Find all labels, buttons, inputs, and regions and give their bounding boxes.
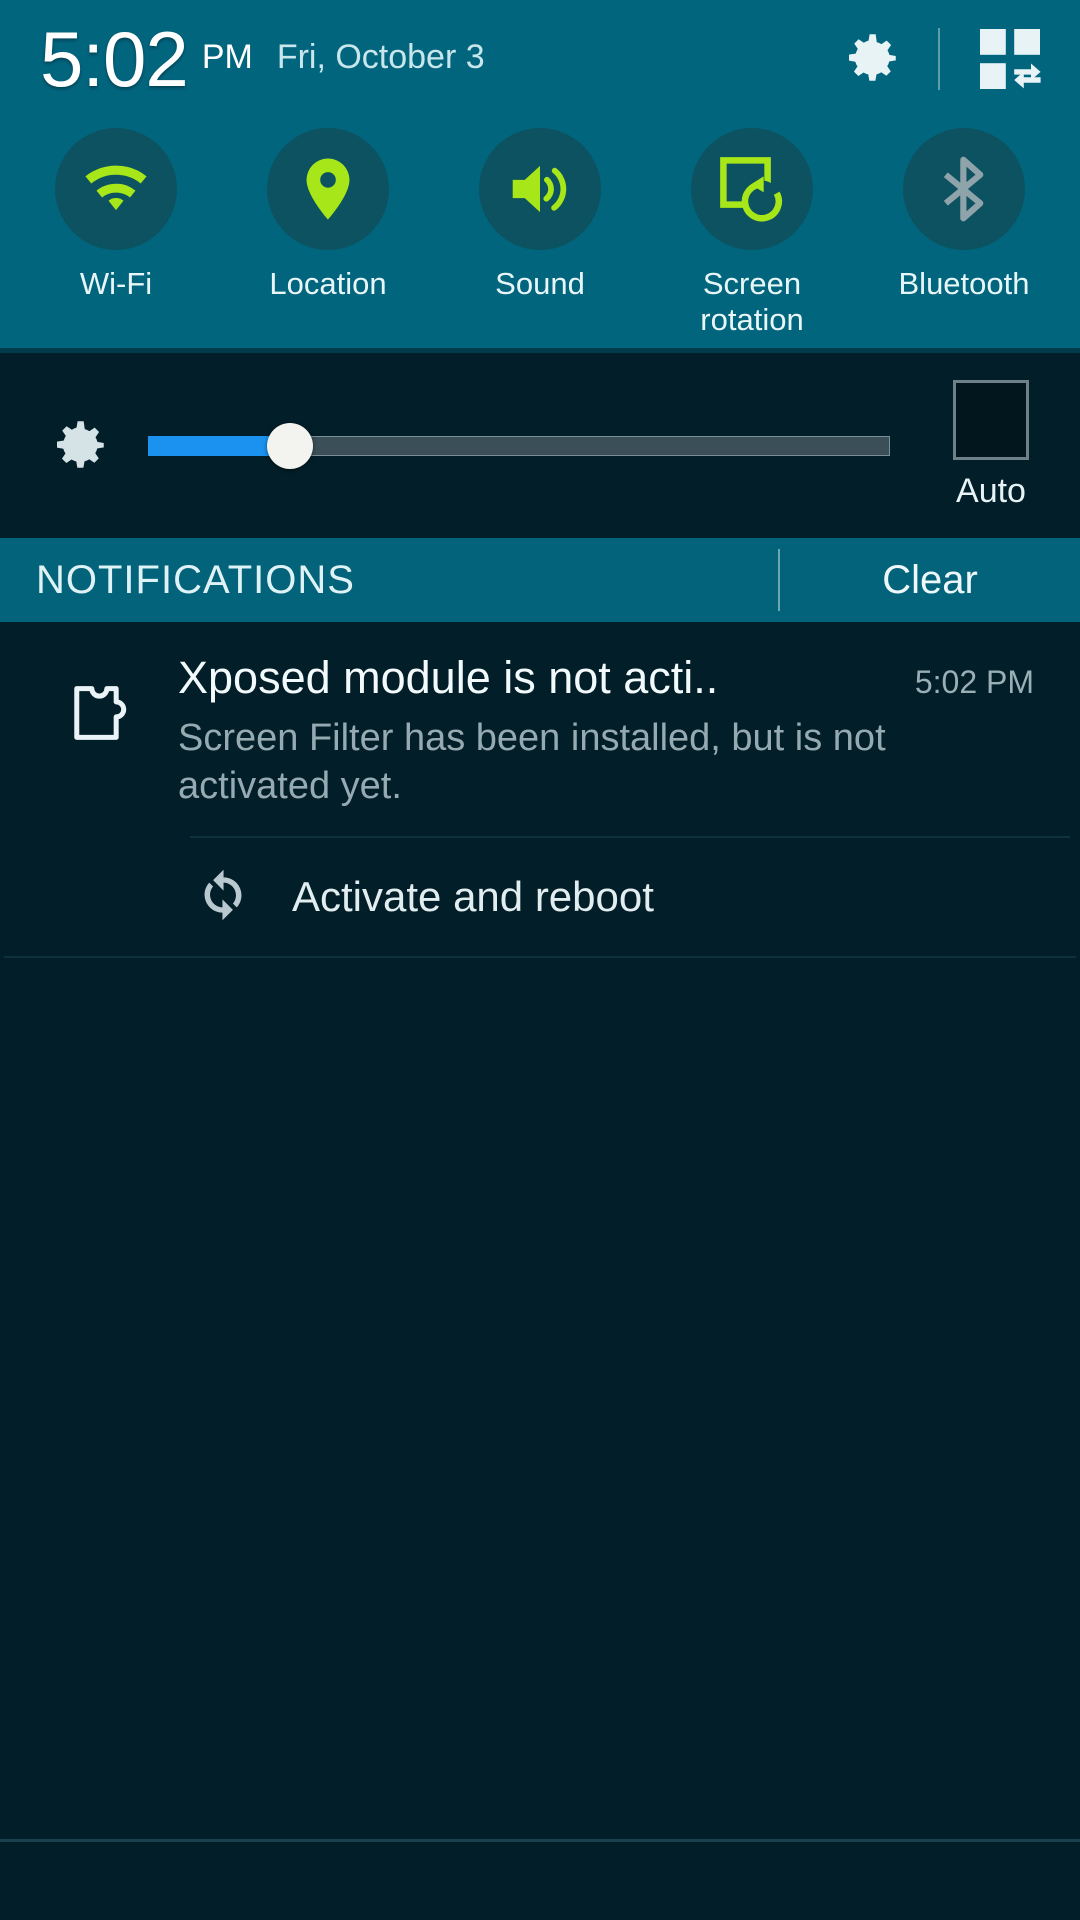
brightness-slider-fill [148, 435, 282, 456]
notification-icon-column [30, 652, 178, 810]
toggle-wifi-label: Wi-Fi [79, 266, 153, 301]
notification-text-column: Xposed module is not acti.. 5:02 PM Scre… [178, 652, 1050, 810]
notification-action-activate-and-reboot[interactable]: Activate and reboot [0, 838, 1080, 956]
clock-time: 5:02 [40, 15, 189, 103]
sound-speaker-icon [512, 165, 567, 213]
brightness-slider[interactable] [148, 416, 890, 476]
notification-title: Xposed module is not acti.. [178, 652, 719, 703]
toggle-wifi[interactable]: Wi-Fi [10, 118, 222, 348]
quick-settings-panel: 5:02 PM Fri, October 3 Wi-Fi Location So… [0, 0, 1080, 348]
notifications-header: NOTIFICATIONS Clear [0, 538, 1080, 622]
notification-body-text: Screen Filter has been installed, but is… [178, 717, 886, 807]
refresh-sync-icon [190, 862, 256, 933]
gear-icon[interactable] [838, 26, 904, 92]
notification-shade: 5:02 PM Fri, October 3 Wi-Fi Location So… [0, 0, 1080, 1920]
toggle-location-circle[interactable] [267, 128, 389, 250]
auto-brightness-toggle[interactable]: Auto [930, 380, 1052, 511]
empty-shade-area [0, 958, 1080, 1839]
toggle-bluetooth-label: Bluetooth [898, 266, 1030, 301]
notification-action-label: Activate and reboot [292, 873, 654, 920]
notification-item-xposed[interactable]: Xposed module is not acti.. 5:02 PM Scre… [0, 622, 1080, 836]
toggle-screen-rotation-circle[interactable] [691, 128, 813, 250]
toggle-location[interactable]: Location [222, 118, 434, 348]
puzzle-piece-icon [74, 686, 127, 740]
quick-settings-grid-icon[interactable] [974, 23, 1046, 95]
location-pin-icon [306, 158, 350, 220]
status-clock-row: 5:02 PM Fri, October 3 [0, 0, 1080, 118]
toggle-wifi-circle[interactable] [55, 128, 177, 250]
toggle-bluetooth[interactable]: Bluetooth [858, 118, 1070, 348]
toggle-location-label: Location [269, 266, 387, 301]
notification-title-line: Xposed module is not acti.. 5:02 PM [178, 652, 1034, 704]
clock-ampm: PM [201, 38, 253, 76]
toggle-sound-circle[interactable] [479, 128, 601, 250]
toggle-sound[interactable]: Sound [434, 118, 646, 348]
clock-date: Fri, October 3 [276, 38, 485, 76]
notifications-list: Xposed module is not acti.. 5:02 PM Scre… [0, 622, 1080, 958]
shade-bottom-area [0, 1842, 1080, 1920]
screen-rotation-icon [720, 157, 782, 222]
brightness-slider-thumb[interactable] [266, 422, 313, 469]
toggle-screen-rotation[interactable]: Screen rotation [646, 118, 858, 348]
toggle-screen-rotation-label: Screen rotation [700, 266, 804, 337]
toggle-bluetooth-circle[interactable] [903, 128, 1025, 250]
brightness-gear-icon [40, 413, 118, 479]
auto-brightness-checkbox[interactable] [953, 380, 1029, 460]
auto-brightness-label: Auto [956, 472, 1026, 510]
wifi-icon [85, 165, 147, 211]
brightness-row: Auto [0, 353, 1080, 538]
notifications-title: NOTIFICATIONS [36, 557, 355, 602]
bluetooth-icon [943, 156, 984, 222]
toggle-sound-label: Sound [495, 266, 585, 301]
quick-toggle-row: Wi-Fi Location Sound Screen rotation Blu… [0, 118, 1080, 348]
header-divider [938, 28, 940, 90]
clear-notifications-button[interactable]: Clear [780, 558, 1080, 603]
notification-time: 5:02 PM [914, 664, 1034, 700]
